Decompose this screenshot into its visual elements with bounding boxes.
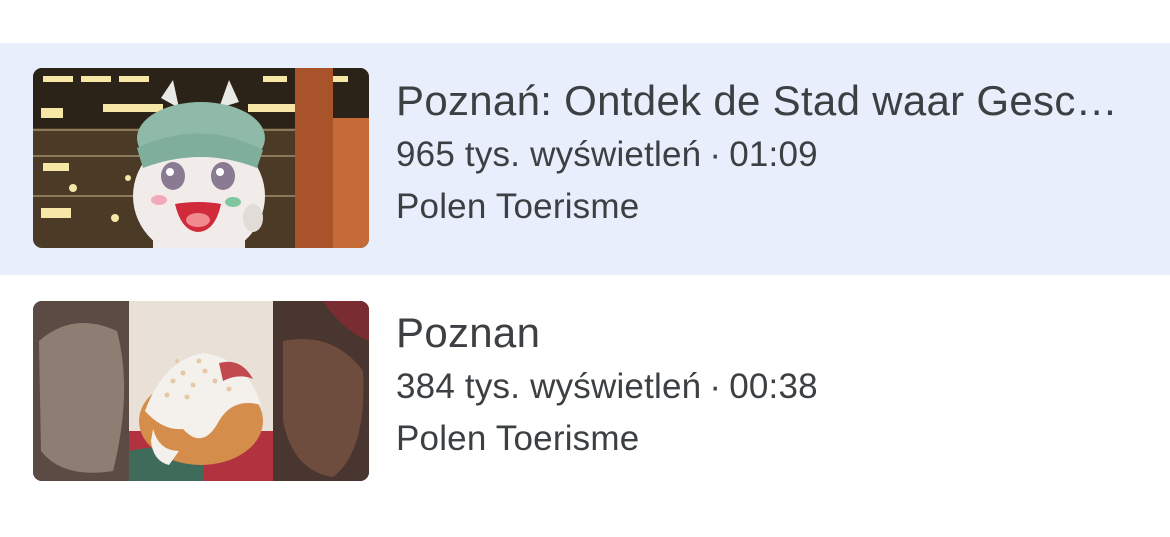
channel-name[interactable]: Polen Toerisme [396, 181, 1156, 233]
view-count: 965 tys. wyświetleń [396, 135, 702, 174]
channel-name[interactable]: Polen Toerisme [396, 413, 1156, 465]
video-stats: 965 tys. wyświetleń · 01:09 [396, 129, 1156, 181]
video-meta: Poznan 384 tys. wyświetleń · 00:38 Polen T… [396, 305, 1156, 465]
video-meta: Poznań: Ontdek de Stad waar Gesc… 965 ty… [396, 73, 1156, 233]
list-item-video-2[interactable]: Poznan 384 tys. wyświetleń · 00:38 Polen T… [0, 275, 1170, 507]
view-count: 384 tys. wyświetleń [396, 367, 702, 406]
video-list: Poznań: Ontdek de Stad waar Gesc… 965 ty… [0, 0, 1170, 537]
video-title[interactable]: Poznań: Ontdek de Stad waar Gesc… [396, 73, 1151, 129]
video-title[interactable]: Poznan [396, 305, 1151, 361]
video-duration: 00:38 [729, 367, 818, 406]
video-thumbnail[interactable] [33, 301, 369, 481]
video-thumbnail[interactable] [33, 68, 369, 248]
pastry-thumbnail-icon [33, 301, 369, 481]
mascot-thumbnail-icon [33, 68, 369, 248]
video-duration: 01:09 [729, 135, 818, 174]
video-stats: 384 tys. wyświetleń · 00:38 [396, 361, 1156, 413]
separator-dot: · [709, 135, 722, 174]
separator-dot: · [709, 367, 722, 406]
list-item-video-1[interactable]: Poznań: Ontdek de Stad waar Gesc… 965 ty… [0, 43, 1170, 275]
